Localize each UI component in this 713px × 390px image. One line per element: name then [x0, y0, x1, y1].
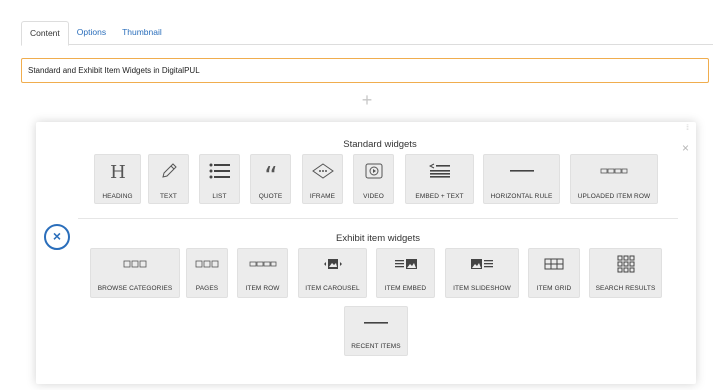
- horizontal-rule-icon: [484, 162, 559, 180]
- svg-text:“: “: [264, 163, 277, 179]
- widget-iframe[interactable]: IFRAME: [302, 154, 343, 204]
- widget-label: EMBED + TEXT: [415, 193, 464, 200]
- widget-item-grid[interactable]: ITEM GRID: [528, 248, 580, 298]
- tab-options[interactable]: Options: [69, 21, 114, 45]
- widget-label: QUOTE: [258, 193, 283, 200]
- close-icon[interactable]: ×: [682, 142, 689, 154]
- widget-video[interactable]: VIDEO: [353, 154, 394, 204]
- widget-label: IFRAME: [309, 193, 336, 200]
- search-results-icon: [590, 254, 661, 274]
- widget-horizontal-rule[interactable]: HORIZONTAL RULE: [483, 154, 560, 204]
- plus-icon[interactable]: +: [359, 91, 375, 109]
- widget-heading[interactable]: H HEADING: [94, 154, 141, 204]
- embed-text-icon: [406, 162, 473, 180]
- widget-item-row[interactable]: ITEM ROW: [237, 248, 288, 298]
- list-icon: [200, 162, 239, 180]
- widget-label: VIDEO: [363, 193, 384, 200]
- tab-bar: Content Options Thumbnail: [21, 21, 713, 46]
- widget-search-results[interactable]: SEARCH RESULTS: [589, 248, 662, 298]
- cancel-button[interactable]: ×: [44, 224, 70, 250]
- widget-label: RECENT ITEMS: [351, 343, 401, 350]
- widget-label: LIST: [212, 193, 227, 200]
- widget-list[interactable]: LIST: [199, 154, 240, 204]
- widget-browse-categories[interactable]: BROWSE CATEGORIES: [90, 248, 180, 298]
- widget-embed-text[interactable]: EMBED + TEXT: [405, 154, 474, 204]
- widget-item-embed[interactable]: ITEM EMBED: [376, 248, 435, 298]
- widget-uploaded-item-row[interactable]: UPLOADED ITEM ROW: [570, 154, 658, 204]
- browse-categories-icon: [91, 258, 179, 270]
- widget-label: ITEM ROW: [245, 285, 280, 292]
- uploaded-item-row-icon: [571, 162, 657, 180]
- widget-text[interactable]: TEXT: [148, 154, 189, 204]
- pages-icon: [187, 258, 227, 270]
- widget-label: TEXT: [159, 193, 177, 200]
- video-icon: [354, 162, 393, 180]
- svg-text:H: H: [110, 162, 126, 180]
- widget-label: PAGES: [195, 285, 219, 292]
- title-field[interactable]: Standard and Exhibit Item Widgets in Dig…: [21, 58, 709, 83]
- item-row-icon: [238, 258, 287, 270]
- widget-pages[interactable]: PAGES: [186, 248, 228, 298]
- tab-thumbnail[interactable]: Thumbnail: [114, 21, 170, 45]
- widget-label: ITEM CAROUSEL: [305, 285, 360, 292]
- item-grid-icon: [529, 258, 579, 270]
- widget-label: SEARCH RESULTS: [595, 285, 656, 292]
- item-embed-icon: [377, 258, 434, 270]
- item-carousel-icon: [299, 258, 366, 270]
- item-slideshow-icon: [446, 258, 518, 270]
- widget-label: UPLOADED ITEM ROW: [577, 193, 651, 200]
- heading-icon: H: [95, 162, 140, 180]
- widget-quote[interactable]: “ QUOTE: [250, 154, 291, 204]
- exhibit-item-widgets-title: Exhibit item widgets: [336, 233, 420, 244]
- widget-label: HORIZONTAL RULE: [490, 193, 553, 200]
- quote-icon: “: [251, 162, 290, 180]
- section-divider: [78, 218, 678, 219]
- widget-label: ITEM GRID: [536, 285, 572, 292]
- standard-widgets-title: Standard widgets: [343, 139, 417, 150]
- drag-handle-icon[interactable]: ⁞⁞: [686, 125, 689, 132]
- recent-items-icon: [345, 317, 407, 329]
- iframe-icon: [303, 162, 342, 180]
- widget-item-slideshow[interactable]: ITEM SLIDESHOW: [445, 248, 519, 298]
- widget-label: BROWSE CATEGORIES: [97, 285, 173, 292]
- widget-label: ITEM EMBED: [384, 285, 427, 292]
- widget-item-carousel[interactable]: ITEM CAROUSEL: [298, 248, 367, 298]
- widget-recent-items[interactable]: RECENT ITEMS: [344, 306, 408, 356]
- widget-label: HEADING: [102, 193, 133, 200]
- widget-label: ITEM SLIDESHOW: [453, 285, 511, 292]
- pencil-icon: [149, 162, 188, 180]
- tab-content[interactable]: Content: [21, 21, 69, 46]
